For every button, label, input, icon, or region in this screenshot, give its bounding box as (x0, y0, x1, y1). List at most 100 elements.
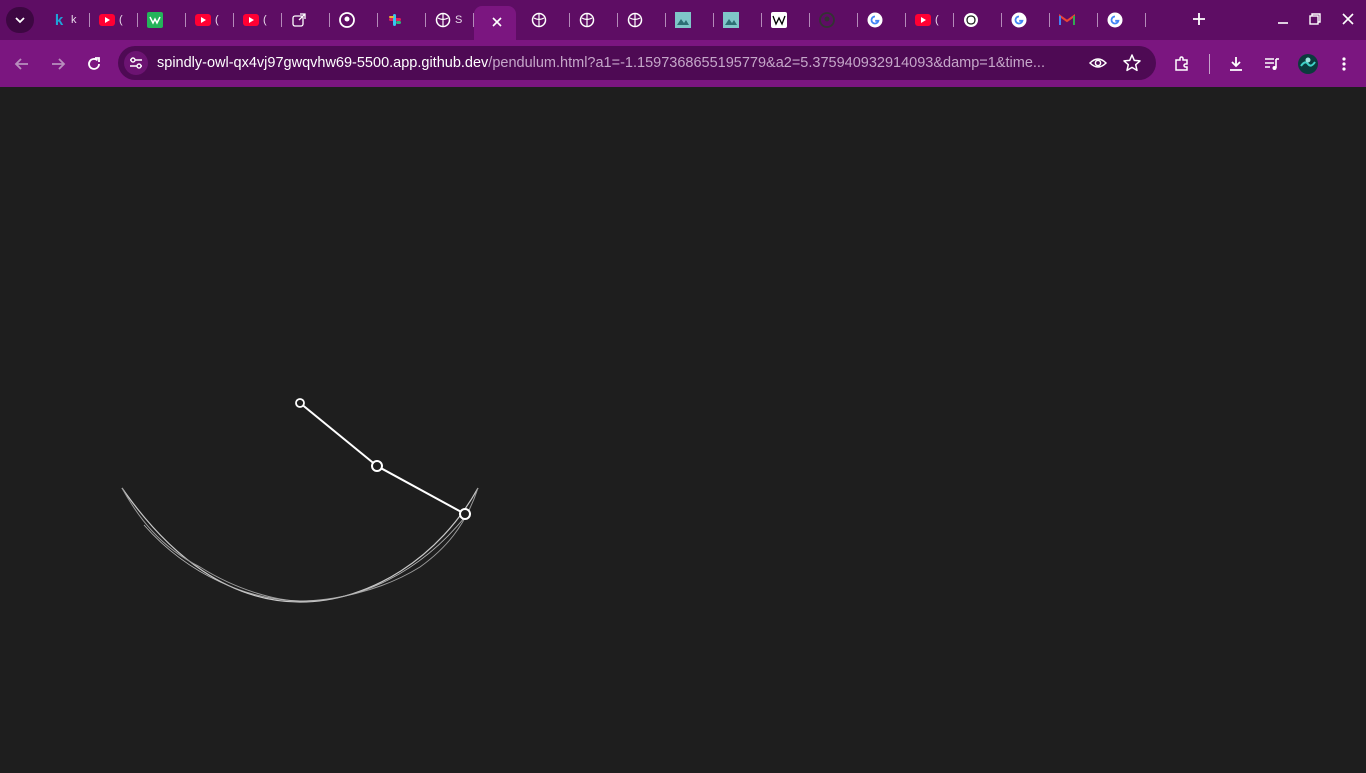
menu-button[interactable] (1330, 50, 1358, 78)
site-info-button[interactable] (124, 51, 148, 75)
restore-icon (1309, 13, 1321, 25)
toolbar: spindly-owl-qx4vj97gwqvhw69-5500.app.git… (0, 40, 1366, 87)
browser-tab[interactable] (858, 0, 906, 40)
toolbar-divider (1209, 54, 1210, 74)
youtube-icon (243, 12, 259, 28)
wikipedia-icon (771, 12, 787, 28)
browser-tab[interactable] (282, 0, 330, 40)
download-icon (1230, 57, 1242, 71)
reload-button[interactable] (80, 50, 108, 78)
maximize-button[interactable] (1304, 8, 1326, 30)
tab-title: ( (935, 14, 939, 26)
external-icon (291, 12, 307, 28)
downloads-button[interactable] (1222, 50, 1250, 78)
browser-tab[interactable] (714, 0, 762, 40)
back-button[interactable] (8, 50, 36, 78)
browser-tab[interactable] (1002, 0, 1050, 40)
google-icon (1011, 12, 1027, 28)
tab-search-button[interactable] (6, 7, 34, 33)
url-host: spindly-owl-qx4vj97gwqvhw69-5500.app.git… (157, 55, 489, 71)
browser-tab[interactable]: ( (186, 0, 234, 40)
youtube-icon (195, 12, 211, 28)
browser-tab[interactable] (378, 0, 426, 40)
close-tab-icon[interactable] (492, 14, 502, 32)
pendulum-bob-1[interactable] (371, 460, 383, 472)
tab-title: k (71, 14, 77, 26)
github-icon (339, 12, 355, 28)
pendulum-canvas[interactable] (0, 87, 1366, 768)
arrow-left-icon (14, 58, 28, 70)
forward-button[interactable] (44, 50, 72, 78)
pivot-point (295, 398, 305, 408)
browser-tab[interactable] (1098, 0, 1146, 40)
trail-path-outer (121, 487, 479, 603)
browser-tab[interactable]: kk (42, 0, 90, 40)
youtube-icon (915, 12, 931, 28)
browser-tab[interactable]: S (426, 0, 474, 40)
browser-tab[interactable] (474, 6, 516, 40)
puzzle-icon (1175, 56, 1188, 71)
browser-tab[interactable] (522, 0, 570, 40)
k-icon: k (54, 11, 64, 29)
eye-icon[interactable] (1088, 53, 1108, 73)
new-tab-button[interactable] (1188, 8, 1210, 30)
extensions-button[interactable] (1168, 50, 1196, 78)
url-path: /pendulum.html?a1=-1.1597368655195779&a2… (488, 55, 1045, 71)
minimize-button[interactable] (1272, 8, 1294, 30)
media-control-button[interactable] (1258, 50, 1286, 78)
chevron-down-icon (15, 17, 25, 24)
tab-title: S (455, 14, 463, 26)
browser-tab[interactable] (954, 0, 1002, 40)
browser-tab[interactable] (618, 0, 666, 40)
tab-strip: k k ( ( ( S ( (0, 0, 1366, 40)
browser-tab[interactable]: ( (90, 0, 138, 40)
youtube-icon (99, 12, 115, 28)
globe-icon (531, 12, 547, 28)
pendulum-bob-2[interactable] (459, 508, 471, 520)
url-text[interactable]: spindly-owl-qx4vj97gwqvhw69-5500.app.git… (157, 55, 1077, 71)
plus-icon (1193, 13, 1205, 25)
trail-path-inner (121, 487, 479, 602)
google-icon (867, 12, 883, 28)
tab-title: ( (263, 14, 267, 26)
profile-avatar[interactable] (1294, 50, 1322, 78)
browser-tab[interactable] (330, 0, 378, 40)
image-icon (675, 12, 691, 28)
globe-icon (579, 12, 595, 28)
tab-separator (1145, 13, 1146, 27)
pendulum-rod-lower (376, 465, 466, 515)
reload-icon (88, 57, 100, 70)
page-viewport (0, 87, 1366, 768)
browser-tab[interactable] (1050, 0, 1098, 40)
tune-icon (130, 57, 142, 69)
browser-tab[interactable] (138, 0, 186, 40)
browser-tab[interactable] (666, 0, 714, 40)
close-icon (1342, 13, 1354, 25)
browser-chrome: kk(((S( spindly-owl-qx4vj97gwqvhw69-550 (0, 0, 1366, 87)
browser-tab[interactable]: ( (906, 0, 954, 40)
globe-icon (627, 12, 643, 28)
address-bar[interactable]: spindly-owl-qx4vj97gwqvhw69-5500.app.git… (118, 46, 1156, 80)
browser-tab[interactable] (762, 0, 810, 40)
globe-icon (435, 12, 451, 28)
pendulum-rod-upper (299, 402, 378, 467)
tab-title: ( (215, 14, 219, 26)
close-window-button[interactable] (1337, 8, 1359, 30)
google-icon (1107, 12, 1123, 28)
arrow-right-icon (52, 58, 66, 70)
tab-title: ( (119, 14, 123, 26)
bookmark-star-icon[interactable] (1121, 52, 1143, 74)
chatgpt-icon (963, 12, 979, 28)
grade-icon (147, 12, 163, 28)
browser-tab[interactable]: ( (234, 0, 282, 40)
minimize-icon (1278, 22, 1288, 24)
browser-tab[interactable] (810, 0, 858, 40)
slack-icon (387, 12, 403, 28)
queue-music-icon (1265, 58, 1279, 70)
gmail-icon (1059, 12, 1075, 28)
github-icon (819, 12, 835, 28)
more-vertical-icon (1342, 57, 1346, 71)
image-icon (723, 12, 739, 28)
browser-tab[interactable] (570, 0, 618, 40)
avatar-icon (1298, 54, 1318, 74)
